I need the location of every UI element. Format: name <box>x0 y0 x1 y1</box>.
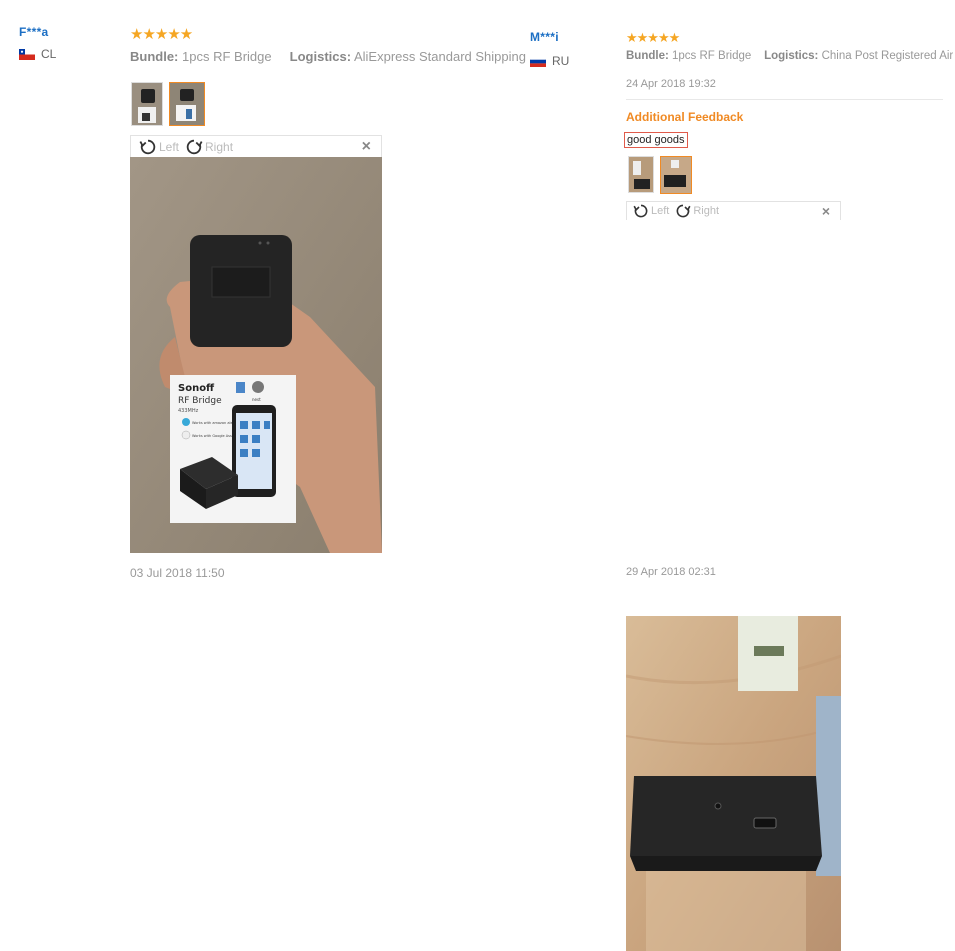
rating-stars: ★★★★★ <box>626 30 680 45</box>
review-photo-large: Sonoff RF Bridge 433MHz Works with amazo… <box>130 157 382 553</box>
photo-thumbnail[interactable] <box>131 82 163 126</box>
review-date-initial: 24 Apr 2018 19:32 <box>626 78 716 90</box>
country-code: CL <box>41 47 57 61</box>
rotate-right-button[interactable]: Right <box>185 138 233 156</box>
product-photo-image <box>626 616 841 951</box>
rotate-left-button[interactable]: Left <box>633 203 669 219</box>
box-brand-text: Sonoff <box>178 383 215 394</box>
rotate-right-button[interactable]: Right <box>675 203 719 219</box>
logistics-value: China Post Registered Air Mail <box>821 50 955 62</box>
bundle-value: 1pcs RF Bridge <box>182 49 272 64</box>
product-photo-image: Sonoff RF Bridge 433MHz Works with amazo… <box>130 157 382 553</box>
order-info: Bundle: 1pcs RF Bridge Logistics: AliExp… <box>130 49 526 64</box>
additional-feedback-text: good goods <box>624 132 688 148</box>
box-freq-text: 433MHz <box>178 408 199 414</box>
country-code: RU <box>552 54 570 68</box>
review-2-user: M***i RU <box>530 30 569 68</box>
rotate-left-button[interactable]: Left <box>139 138 179 156</box>
review-date: 29 Apr 2018 02:31 <box>626 566 716 578</box>
reviewer-country: CL <box>19 47 56 61</box>
rotate-left-label: Left <box>159 139 180 154</box>
photo-thumbnail-selected[interactable] <box>660 156 692 194</box>
close-viewer-button[interactable]: × <box>822 203 830 219</box>
rotate-right-label: Right <box>205 139 234 154</box>
rotate-left-icon <box>139 139 156 154</box>
nest-badge-text: nest <box>252 397 261 402</box>
photo-thumbnails <box>628 156 692 194</box>
review-1-user: F***a CL <box>19 25 56 61</box>
photo-thumbnail-selected[interactable] <box>169 82 205 126</box>
reviewer-country: RU <box>530 54 569 68</box>
rotate-left-icon <box>633 204 648 218</box>
logistics-label: Logistics: <box>764 50 819 62</box>
box-product-text: RF Bridge <box>178 396 222 406</box>
review-photo-large <box>626 616 841 951</box>
order-info: Bundle: 1pcs RF Bridge Logistics: China … <box>626 50 955 62</box>
close-viewer-button[interactable]: × <box>362 138 371 156</box>
logistics-label: Logistics: <box>289 49 352 64</box>
alexa-badge-text: Works with amazon alexa <box>192 421 237 425</box>
bundle-label: Bundle: <box>130 49 179 64</box>
additional-feedback-title: Additional Feedback <box>626 110 744 124</box>
photo-thumbnails <box>131 82 205 126</box>
reviewer-name[interactable]: F***a <box>19 25 56 39</box>
rating-stars: ★★★★★ <box>130 26 193 43</box>
image-viewer-toolbar: Left Right × <box>626 201 841 220</box>
rotate-right-icon <box>676 204 691 218</box>
bundle-label: Bundle: <box>626 50 669 62</box>
logistics-value: AliExpress Standard Shipping <box>353 49 526 64</box>
image-viewer-toolbar: Left Right × <box>130 135 382 157</box>
bundle-value: 1pcs RF Bridge <box>672 50 752 62</box>
section-divider <box>626 99 943 100</box>
chile-flag-icon <box>19 48 35 60</box>
reviewer-name[interactable]: M***i <box>530 30 569 44</box>
rotate-right-icon <box>186 139 203 154</box>
rotate-left-label: Left <box>651 205 670 217</box>
review-date: 03 Jul 2018 11:50 <box>130 566 225 580</box>
russia-flag-icon <box>530 55 546 67</box>
rotate-right-label: Right <box>693 205 720 217</box>
photo-thumbnail[interactable] <box>628 156 654 193</box>
